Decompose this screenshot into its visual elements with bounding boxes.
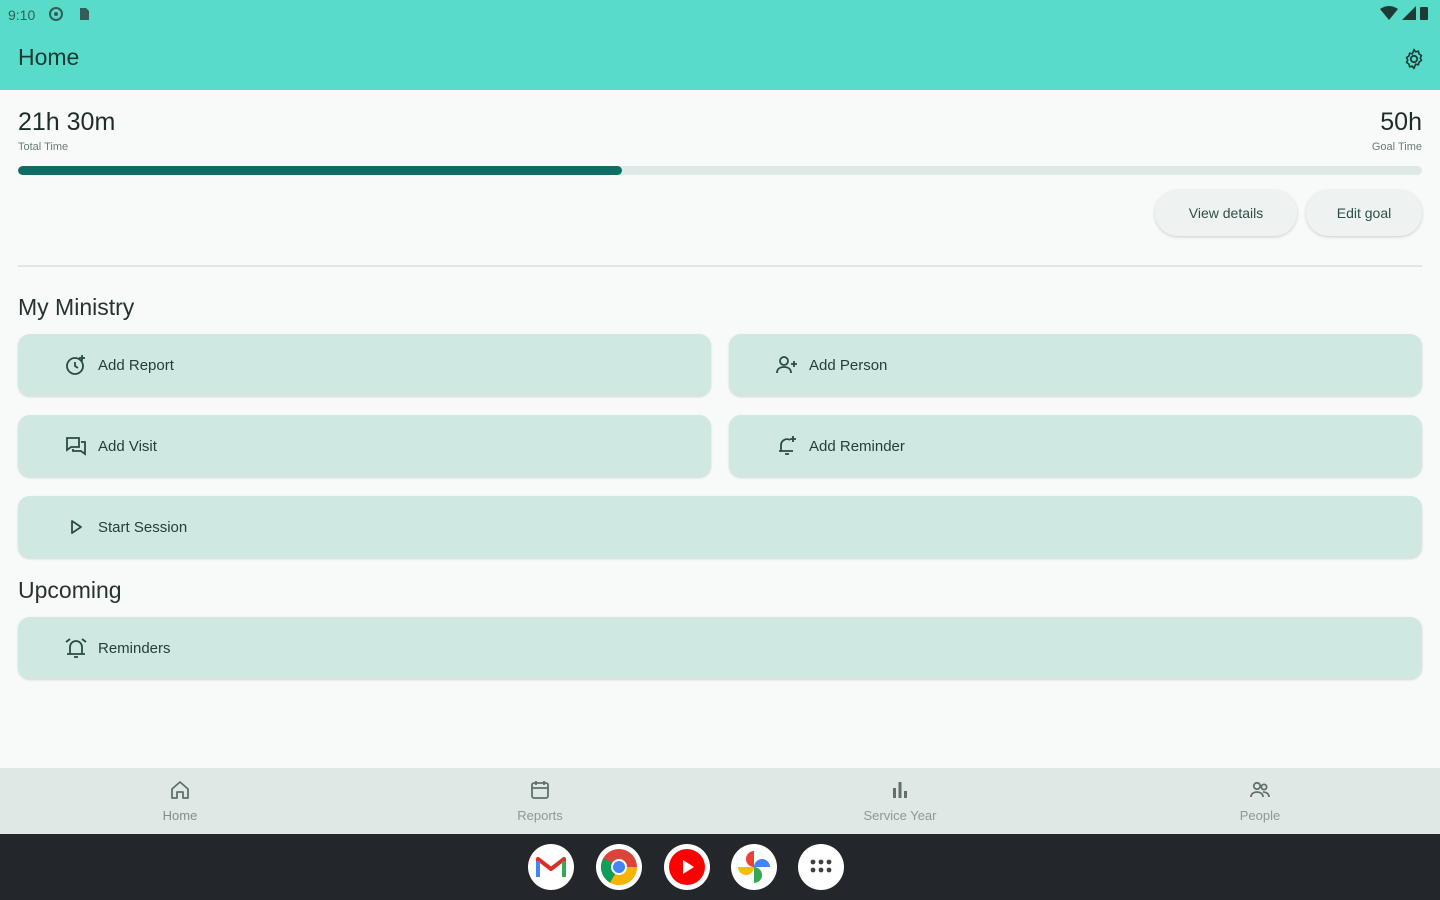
goal-time-stat: 50h Goal Time [1372, 108, 1422, 153]
upcoming-heading: Upcoming [18, 577, 122, 603]
my-ministry-heading: My Ministry [18, 294, 135, 320]
add-report-label: Add Report [98, 356, 174, 374]
page-title: Home [18, 44, 80, 70]
add-report-button[interactable]: Add Report [18, 334, 711, 396]
nav-home[interactable]: Home [0, 768, 360, 834]
divider [18, 265, 1422, 267]
add-visit-label: Add Visit [98, 437, 157, 455]
goal-time-value: 50h [1380, 108, 1422, 136]
photos-icon[interactable] [731, 844, 777, 890]
add-person-label: Add Person [809, 356, 888, 374]
add-visit-button[interactable]: Add Visit [18, 415, 711, 477]
add-reminder-button[interactable]: Add Reminder [729, 415, 1422, 477]
alarm-icon [62, 634, 90, 662]
battery-icon [1420, 7, 1428, 20]
nav-reports[interactable]: Reports [360, 768, 720, 834]
app-bar: 9:10 Home [0, 0, 1440, 90]
add-reminder-label: Add Reminder [809, 437, 905, 455]
nav-service-year[interactable]: Service Year [720, 768, 1080, 834]
nav-home-label: Home [162, 808, 198, 823]
signal-icon [1402, 6, 1416, 20]
nav-reports-label: Reports [517, 808, 563, 823]
goal-time-label: Goal Time [1371, 141, 1422, 153]
reminders-card[interactable]: Reminders [18, 617, 1422, 679]
add-person-button[interactable]: Add Person [729, 334, 1422, 396]
bottom-navigation: Home Reports Service Year People [0, 768, 1440, 834]
add-person-icon [773, 351, 801, 379]
play-icon [62, 513, 90, 541]
status-bar: 9:10 [0, 0, 1440, 28]
calendar-icon [531, 781, 549, 799]
status-time: 9:10 [8, 7, 36, 23]
sync-status-icon [49, 7, 63, 21]
total-time-value: 21h 30m [18, 108, 116, 136]
reminders-label: Reminders [98, 639, 171, 657]
view-details-button[interactable]: View details [1155, 190, 1297, 236]
goal-progress-fill [18, 166, 622, 175]
system-dock [0, 834, 1440, 900]
add-visit-chat-icon [62, 432, 90, 460]
start-session-button[interactable]: Start Session [18, 496, 1422, 558]
people-icon [1250, 781, 1270, 798]
total-time-stat: 21h 30m Total Time [18, 108, 115, 153]
chrome-icon[interactable] [596, 844, 642, 890]
nav-service-year-label: Service Year [863, 808, 937, 823]
sd-card-icon [80, 8, 89, 20]
status-icons [1380, 6, 1428, 20]
app-drawer-icon[interactable] [798, 844, 844, 890]
edit-goal-button[interactable]: Edit goal [1306, 190, 1422, 236]
add-reminder-bell-icon [773, 432, 801, 460]
youtube-icon[interactable] [664, 844, 710, 890]
nav-people-label: People [1239, 808, 1281, 823]
home-icon [171, 781, 189, 799]
bar-chart-icon [893, 782, 907, 798]
start-session-label: Start Session [98, 518, 188, 536]
nav-people[interactable]: People [1080, 768, 1440, 834]
add-report-icon [62, 351, 90, 379]
wifi-icon [1380, 6, 1398, 20]
total-time-label: Total Time [18, 141, 69, 153]
settings-gear-icon[interactable] [1402, 47, 1426, 71]
gmail-icon[interactable] [528, 844, 574, 890]
goal-progress-bar [18, 166, 1422, 175]
